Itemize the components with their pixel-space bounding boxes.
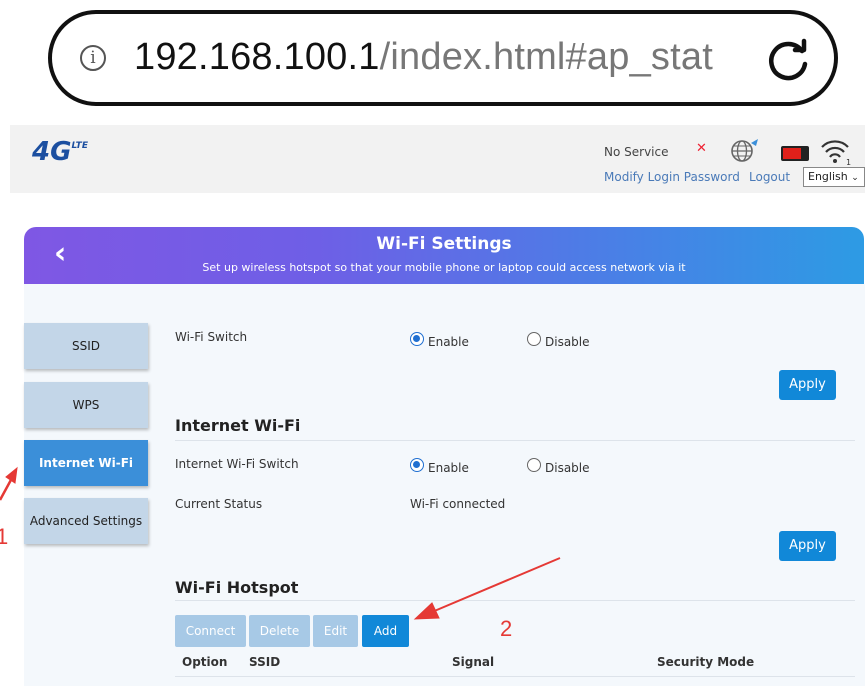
step2-arrow [413, 557, 561, 620]
step2-label: 2 [500, 616, 513, 641]
step1-arrow [0, 466, 18, 501]
annotation-arrows [0, 466, 561, 620]
step1-label: 1 [0, 524, 9, 549]
